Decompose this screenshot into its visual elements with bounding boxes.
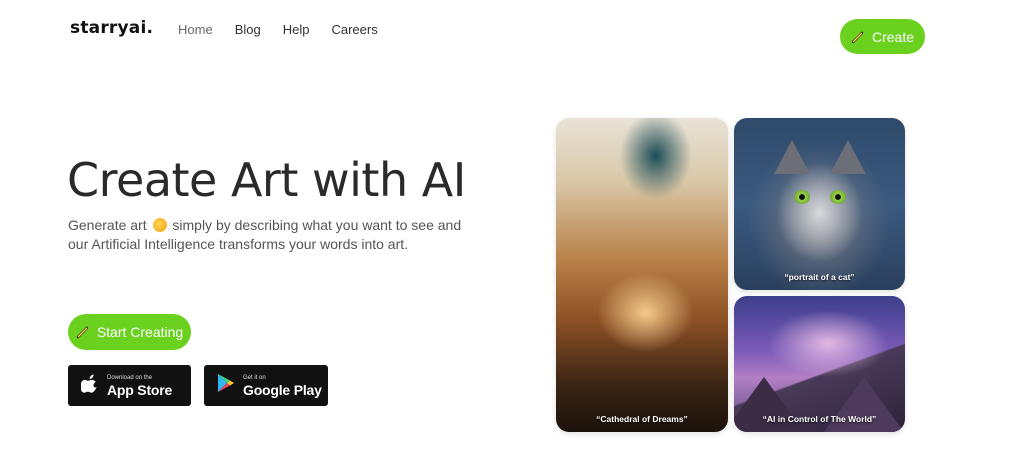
gallery-caption: “portrait of a cat” xyxy=(784,272,855,282)
app-store-small-text: Download on the xyxy=(107,374,153,381)
gallery-card-cathedral[interactable]: “Cathedral of Dreams” xyxy=(556,118,728,432)
app-store-big-text: App Store xyxy=(107,381,173,398)
gallery-caption: “Cathedral of Dreams” xyxy=(596,414,688,424)
cat-eye-right xyxy=(830,190,846,204)
google-play-small-text: Get it on xyxy=(243,374,266,381)
nav-careers[interactable]: Careers xyxy=(331,22,377,37)
main-nav: Home Blog Help Careers xyxy=(178,22,378,37)
pen-icon xyxy=(851,30,865,44)
gallery-card-space[interactable]: “AI in Control of The World” xyxy=(734,296,905,432)
start-creating-label: Start Creating xyxy=(96,324,184,340)
gallery-card-cat[interactable]: “portrait of a cat” xyxy=(734,118,905,290)
create-button-label: Create xyxy=(871,28,915,45)
nav-home[interactable]: Home xyxy=(178,22,213,37)
create-button[interactable]: Create xyxy=(840,19,925,54)
google-play-icon xyxy=(217,373,235,398)
cat-ear-left xyxy=(774,140,810,174)
hero-description: Generate art simply by describing what y… xyxy=(68,216,468,254)
palette-emoji-icon xyxy=(152,218,167,232)
hero-title: Create Art with AI xyxy=(67,153,466,207)
nav-help[interactable]: Help xyxy=(283,22,310,37)
hero-desc-part1: Generate art xyxy=(68,217,147,233)
nav-blog[interactable]: Blog xyxy=(235,22,261,37)
start-creating-button[interactable]: Start Creating xyxy=(68,314,191,350)
pen-icon xyxy=(76,325,90,339)
cat-eye-left xyxy=(794,190,810,204)
app-store-button[interactable]: Download on the App Store xyxy=(68,365,191,406)
apple-icon xyxy=(80,373,99,398)
cat-ear-right xyxy=(830,140,866,174)
gallery-caption: “AI in Control of The World” xyxy=(762,414,877,424)
google-play-button[interactable]: Get it on Google Play xyxy=(204,365,328,406)
logo[interactable]: starryai. xyxy=(70,18,153,38)
google-play-big-text: Google Play xyxy=(243,381,322,398)
